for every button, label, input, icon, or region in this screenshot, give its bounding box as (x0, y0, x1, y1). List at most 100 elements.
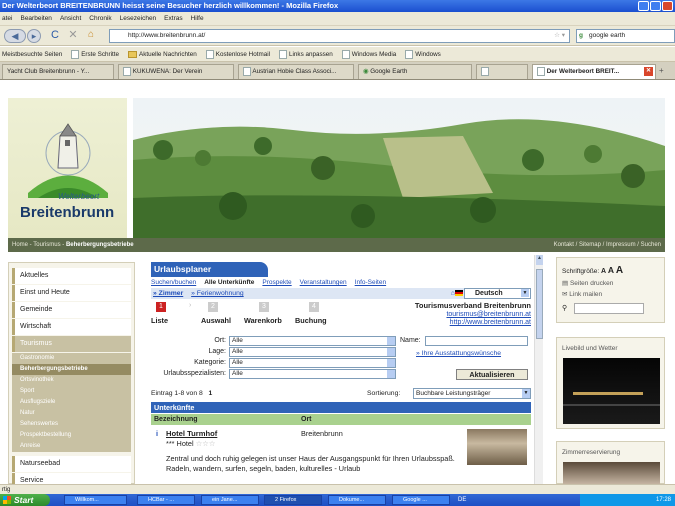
taskbar-item[interactable]: HCBar - ... (137, 495, 195, 505)
name-input[interactable] (425, 336, 528, 346)
menu-datei[interactable]: atei (2, 12, 12, 25)
sort-select[interactable]: Buchbare Leistungsträger ▼ (413, 388, 531, 399)
mail-link[interactable]: ✉ Link mailen (562, 290, 602, 298)
page-number[interactable]: 1 (208, 390, 212, 397)
tab-hobie[interactable]: Austrian Hobie Class Associ... (238, 64, 354, 79)
search-box[interactable]: g google earth (576, 29, 675, 43)
kategorie-select[interactable]: Alle (229, 358, 396, 368)
hotel-thumbnail[interactable] (467, 429, 527, 465)
nav-aktuelles[interactable]: Aktuelles (12, 268, 131, 284)
menu-extras[interactable]: Extras (164, 12, 182, 25)
site-logo[interactable]: Welterbeort Breitenbrunn (8, 98, 127, 238)
bookmark-item[interactable]: Aktuelle Nachrichten (128, 47, 197, 61)
scrollbar-thumb[interactable] (536, 269, 543, 339)
tab-info-seiten[interactable]: Info-Seiten (355, 278, 386, 288)
home-icon[interactable]: ⌂ (84, 29, 98, 43)
tab-prospekte[interactable]: Prospekte (262, 278, 291, 288)
subtab-zimmer[interactable]: » Zimmer (153, 290, 183, 297)
info-icon[interactable]: i (156, 429, 158, 439)
tab-kukuwena[interactable]: KUKUWENA: Der Verein (118, 64, 234, 79)
spezialisten-select[interactable]: Alle (229, 369, 396, 379)
language-select[interactable]: Deutsch ▼ (464, 288, 531, 299)
new-tab-icon[interactable]: + (659, 66, 664, 75)
nav-gastronomie[interactable]: Gastronomie (12, 353, 131, 364)
language-indicator[interactable]: DE (458, 494, 466, 506)
menu-lesezeichen[interactable]: Lesezeichen (120, 12, 157, 25)
nav-einst-und-heute[interactable]: Einst und Heute (12, 285, 131, 301)
nav-gemeinde[interactable]: Gemeinde (12, 302, 131, 318)
back-button[interactable]: ◀ (4, 29, 26, 43)
taskbar-item[interactable]: ein Jane... (201, 495, 259, 505)
reload-icon[interactable]: C (48, 29, 62, 43)
tab-blank[interactable] (476, 64, 528, 79)
utility-links[interactable]: Kontakt / Sitemap / Impressum / Suchen (554, 238, 661, 252)
tab-veranstaltungen[interactable]: Veranstaltungen (300, 278, 347, 288)
site-search-input[interactable] (574, 303, 644, 314)
bookmark-item[interactable]: Erste Schritte (71, 47, 119, 61)
ort-select[interactable]: Alle (229, 336, 396, 346)
clock: 17:28 (655, 497, 671, 503)
font-size-small[interactable]: A (601, 268, 606, 275)
breadcrumb-home[interactable]: Home (12, 242, 28, 248)
menu-bearbeiten[interactable]: Bearbeiten (20, 12, 51, 25)
minimize-button[interactable] (638, 1, 649, 11)
hotel-name-link[interactable]: Hotel Turmhof (166, 429, 217, 439)
nav-ortsvinothek[interactable]: Ortsvinothek (12, 375, 131, 386)
col-ort[interactable]: Ort (301, 414, 312, 425)
hotel-description: Zentral und doch ruhig gelegen ist unser… (166, 454, 455, 473)
start-button[interactable]: Start (0, 494, 50, 506)
rss-folder-icon (128, 50, 138, 58)
nav-prospektbestellung[interactable]: Prospektbestellung (12, 430, 131, 441)
breadcrumb-tourismus[interactable]: Tourismus (33, 242, 60, 248)
font-size-large[interactable]: A (616, 265, 623, 276)
bookmark-item[interactable]: Windows (405, 47, 441, 61)
nav-beherbergungsbetriebe[interactable]: Beherbergungsbetriebe (12, 364, 131, 375)
org-web-link[interactable]: http://www.breitenbrunn.at (415, 319, 531, 327)
nav-service[interactable]: Service (12, 473, 131, 484)
font-size-medium[interactable]: A (608, 265, 614, 275)
nav-sport[interactable]: Sport (12, 386, 131, 397)
ausstattung-link[interactable]: » Ihre Ausstattungswünsche (416, 350, 531, 358)
tab-close-icon[interactable]: ✕ (644, 67, 653, 76)
forward-button[interactable]: ▸ (27, 29, 41, 43)
bookmark-item[interactable]: Kostenlose Hotmail (205, 47, 270, 61)
aktualisieren-button[interactable]: Aktualisieren (456, 369, 528, 380)
nav-anreise[interactable]: Anreise (12, 441, 131, 452)
subtab-ferienwohnung[interactable]: » Ferienwohnung (191, 290, 244, 297)
bookmark-item[interactable]: Windows Media (341, 47, 396, 61)
bookmark-item[interactable]: Links anpassen (279, 47, 333, 61)
tab-welterbeort[interactable]: Der Welterbeort BREIT... ✕ (532, 64, 656, 79)
taskbar-item[interactable]: Dokume... (328, 495, 386, 505)
nav-natur[interactable]: Natur (12, 408, 131, 419)
menu-ansicht[interactable]: Ansicht (60, 12, 81, 25)
url-bar[interactable]: http://www.breitenbrunn.at/ ☆ ▾ (109, 29, 570, 43)
maximize-button[interactable] (650, 1, 661, 11)
menu-chronik[interactable]: Chronik (89, 12, 111, 25)
col-bezeichnung[interactable]: Bezeichnung (154, 416, 198, 423)
tab-yacht-club[interactable]: Yacht Club Breitenbrunn - Y... (2, 64, 114, 79)
lage-select[interactable]: Alle (229, 347, 396, 357)
taskbar-item[interactable]: Google ... (392, 495, 450, 505)
org-email-link[interactable]: tourismus@breitenbrunn.at (415, 311, 531, 319)
menu-hilfe[interactable]: Hilfe (191, 12, 204, 25)
tab-alle-unterkuenfte[interactable]: Alle Unterkünfte (204, 278, 254, 288)
webcam-image[interactable] (563, 358, 660, 424)
nav-sehenswertes[interactable]: Sehenswertes (12, 419, 131, 430)
frame-scrollbar[interactable]: ▲ (534, 255, 543, 484)
nav-tourismus[interactable]: Tourismus (12, 336, 131, 352)
mail-icon: ✉ (562, 291, 568, 298)
zimmer-image[interactable] (563, 462, 660, 484)
stop-icon[interactable]: ✕ (66, 29, 80, 43)
close-button[interactable] (662, 1, 673, 11)
taskbar-item[interactable]: 2 Firefox (264, 495, 322, 505)
taskbar-item[interactable]: Willkom... (64, 495, 127, 505)
tab-suchen-buchen[interactable]: Suchen/buchen (151, 278, 196, 288)
nav-wirtschaft[interactable]: Wirtschaft (12, 319, 131, 335)
nav-ausflugsziele[interactable]: Ausflugsziele (12, 397, 131, 408)
scroll-up-icon[interactable]: ▲ (536, 255, 543, 265)
bookmark-star-icon[interactable]: ☆ ▾ (554, 30, 565, 42)
bookmark-item[interactable]: Meistbesuchte Seiten (2, 47, 62, 61)
nav-naturseebad[interactable]: Naturseebad (12, 456, 131, 472)
print-link[interactable]: ▤ Seiten drucken (562, 279, 613, 287)
tab-google-earth[interactable]: ◉ Google Earth (358, 64, 472, 79)
